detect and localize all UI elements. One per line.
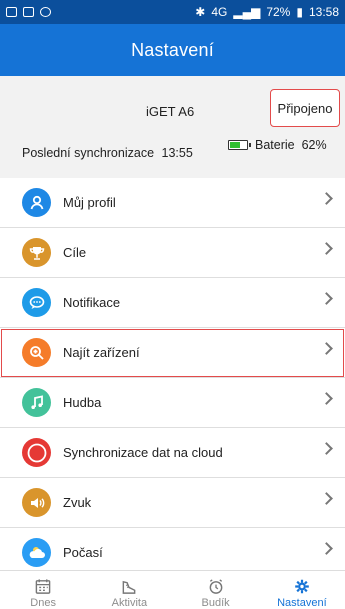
tab-label: Nastavení: [277, 597, 327, 609]
last-sync-label: Poslední synchronizace: [22, 146, 155, 160]
weather-icon: [22, 538, 51, 567]
tab-today[interactable]: Dnes: [0, 571, 86, 609]
menu-item-label: Cíle: [63, 245, 87, 260]
chevron-right-icon: [320, 492, 333, 505]
network-label: 4G: [211, 5, 228, 19]
menu-item-label: Synchronizace dat na cloud: [63, 445, 223, 460]
chat-icon: [22, 288, 51, 317]
menu-item-profile[interactable]: Můj profil: [0, 178, 345, 228]
clock: 13:58: [308, 5, 339, 19]
person-icon: [22, 188, 51, 217]
battery-label: Baterie: [255, 138, 295, 152]
search-plus-icon: [22, 338, 51, 367]
speaker-icon: [22, 488, 51, 517]
tab-label: Dnes: [30, 597, 56, 609]
menu-item-label: Můj profil: [63, 195, 116, 210]
shoe-icon: [123, 580, 136, 594]
tab-activity[interactable]: Aktivita: [86, 571, 172, 609]
trophy-icon: [22, 238, 51, 267]
alarm-icon: [209, 579, 222, 594]
calendar-icon: [35, 579, 51, 594]
chevron-right-icon: [320, 342, 333, 355]
menu-item-label: Počasí: [63, 545, 103, 560]
app-header: Nastavení: [0, 24, 345, 76]
settings-menu: Můj profil Cíle Notifikace Najít zařízen…: [0, 178, 345, 578]
menu-item-music[interactable]: Hudba: [0, 378, 345, 428]
chevron-right-icon: [320, 242, 333, 255]
bluetooth-notification-icon: [40, 7, 51, 17]
battery-value: 62%: [301, 138, 327, 152]
device-battery: Baterie 62%: [228, 138, 327, 152]
tab-label: Aktivita: [111, 597, 148, 609]
menu-item-label: Zvuk: [63, 495, 92, 510]
connection-status-button[interactable]: Připojeno: [270, 89, 340, 127]
menu-item-label: Notifikace: [63, 295, 121, 310]
chevron-right-icon: [320, 292, 333, 305]
tab-settings[interactable]: Nastavení: [259, 571, 345, 609]
system-status: ✱ 4G ▂▄▆ 72% ▮ 13:58: [195, 5, 339, 19]
tab-label: Budík: [201, 597, 230, 609]
menu-item-label: Hudba: [63, 395, 102, 410]
menu-item-cloud-sync[interactable]: Synchronizace dat na cloud: [0, 428, 345, 478]
cloud-sync-icon: [22, 438, 51, 467]
image-icon: [6, 7, 17, 17]
chevron-right-icon: [320, 192, 333, 205]
status-bar: ✱ 4G ▂▄▆ 72% ▮ 13:58: [0, 0, 345, 24]
menu-item-goals[interactable]: Cíle: [0, 228, 345, 278]
phone-battery-icon: ▮: [296, 5, 303, 19]
signal-icon: ▂▄▆: [233, 5, 261, 19]
chevron-right-icon: [320, 442, 333, 455]
bluetooth-icon: ✱: [195, 5, 206, 19]
bottom-tab-bar: Dnes Aktivita Budík Nastavení: [0, 570, 345, 609]
device-panel: iGET A6 Připojeno Poslední synchronizace…: [0, 76, 345, 180]
chevron-right-icon: [320, 542, 333, 555]
last-sync-info: Poslední synchronizace 13:55: [22, 146, 193, 160]
notification-icons: [6, 7, 51, 17]
menu-item-notifications[interactable]: Notifikace: [0, 278, 345, 328]
app-notification-icon: [23, 7, 34, 17]
battery-level-fill: [230, 142, 240, 148]
menu-item-find-device[interactable]: Najít zařízení: [0, 328, 345, 378]
tab-alarm[interactable]: Budík: [173, 571, 259, 609]
phone-battery-value: 72%: [266, 5, 291, 19]
menu-item-sound[interactable]: Zvuk: [0, 478, 345, 528]
gear-icon: [295, 579, 309, 594]
device-name: iGET A6: [146, 104, 195, 119]
battery-icon: [228, 140, 251, 150]
menu-item-label: Najít zařízení: [63, 345, 140, 360]
music-icon: [22, 388, 51, 417]
page-title: Nastavení: [131, 39, 214, 60]
last-sync-time: 13:55: [161, 146, 193, 160]
chevron-right-icon: [320, 392, 333, 405]
